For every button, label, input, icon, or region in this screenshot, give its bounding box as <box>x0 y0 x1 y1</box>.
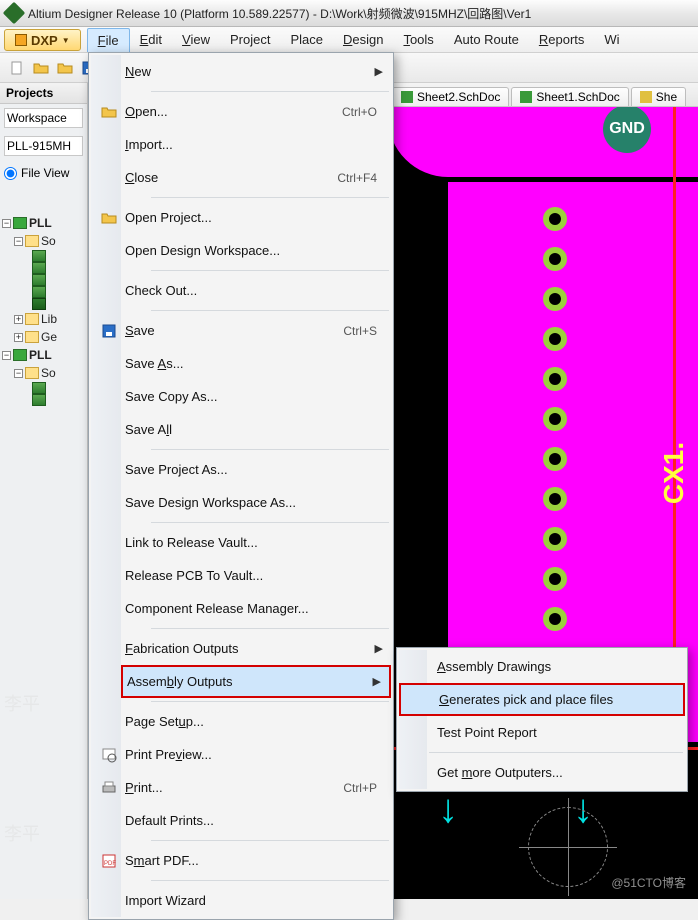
assembly-outputs-submenu: Assembly Drawings Generates pick and pla… <box>396 647 688 792</box>
menu-reports[interactable]: Reports <box>529 27 595 52</box>
menu-print-preview[interactable]: Print Preview... <box>121 738 391 771</box>
dimension-arrow-icon: ↓ <box>438 787 458 832</box>
menu-save-as[interactable]: Save As... <box>121 347 391 380</box>
schdoc-icon <box>401 91 413 103</box>
dxp-icon <box>15 34 27 46</box>
menu-save-project-as[interactable]: Save Project As... <box>121 453 391 486</box>
menu-view[interactable]: View <box>172 27 220 52</box>
menu-save-all[interactable]: Save All <box>121 413 391 446</box>
menu-page-setup[interactable]: Page Setup... <box>121 705 391 738</box>
lib-icon <box>32 298 46 310</box>
menu-open-project[interactable]: Open Project... <box>121 201 391 234</box>
compass-rose-icon <box>528 807 608 887</box>
open-icon <box>97 104 121 120</box>
dropdown-arrow-icon: ▼ <box>62 36 70 45</box>
submenu-assembly-drawings[interactable]: Assembly Drawings <box>399 650 685 683</box>
menu-project[interactable]: Project <box>220 27 280 52</box>
svg-text:PDF: PDF <box>104 861 116 867</box>
dxp-label: DXP <box>31 33 58 48</box>
menu-file[interactable]: File <box>87 28 130 52</box>
menu-import[interactable]: Import... <box>121 128 391 161</box>
menu-design[interactable]: Design <box>333 27 393 52</box>
menu-release-pcb-vault[interactable]: Release PCB To Vault... <box>121 559 391 592</box>
tool-new-icon[interactable] <box>6 57 28 79</box>
menu-close[interactable]: CloseCtrl+F4 <box>121 161 391 194</box>
projects-panel-title: Projects <box>0 83 87 104</box>
project-field[interactable] <box>4 136 83 156</box>
submenu-get-more-outputers[interactable]: Get more Outputers... <box>399 756 685 789</box>
project-icon <box>13 349 27 361</box>
schdoc-icon <box>520 91 532 103</box>
menu-link-vault[interactable]: Link to Release Vault... <box>121 526 391 559</box>
project-icon <box>13 217 27 229</box>
file-view-radio[interactable] <box>4 167 17 180</box>
tool-open-icon[interactable] <box>30 57 52 79</box>
tab-sheet1[interactable]: Sheet1.SchDoc <box>511 87 628 106</box>
tab-sheet3[interactable]: She <box>631 87 686 106</box>
file-view-label: File View <box>21 166 69 180</box>
save-icon <box>97 323 121 339</box>
folder-icon <box>25 313 39 325</box>
component-designator: CX1. <box>658 442 690 504</box>
sheet-icon <box>32 274 46 286</box>
sheet-icon <box>32 394 46 406</box>
tab-sheet2[interactable]: Sheet2.SchDoc <box>392 87 509 106</box>
menu-place[interactable]: Place <box>280 27 333 52</box>
menu-smart-pdf[interactable]: PDFSmart PDF... <box>121 844 391 877</box>
dxp-button[interactable]: DXP ▼ <box>4 29 81 51</box>
menu-assembly-outputs[interactable]: Assembly Outputs▶ <box>121 665 391 698</box>
sheet-icon <box>32 286 46 298</box>
menu-bar: DXP ▼ File Edit View Project Place Desig… <box>0 27 698 53</box>
menu-open[interactable]: Open...Ctrl+O <box>121 95 391 128</box>
folder-icon <box>25 235 39 247</box>
sheet-icon <box>32 262 46 274</box>
menu-save-copy-as[interactable]: Save Copy As... <box>121 380 391 413</box>
menu-import-wizard[interactable]: Import Wizard <box>121 884 391 917</box>
menu-print[interactable]: Print...Ctrl+P <box>121 771 391 804</box>
menu-component-release-mgr[interactable]: Component Release Manager... <box>121 592 391 625</box>
print-icon <box>97 780 121 796</box>
schdoc-icon <box>640 91 652 103</box>
folder-icon <box>25 367 39 379</box>
submenu-generates-pick-place[interactable]: Generates pick and place files <box>399 683 685 716</box>
menu-autoroute[interactable]: Auto Route <box>444 27 529 52</box>
menu-default-prints[interactable]: Default Prints... <box>121 804 391 837</box>
print-preview-icon <box>97 747 121 763</box>
watermark: @51CTO博客 <box>611 874 686 891</box>
workspace-field[interactable] <box>4 108 83 128</box>
menu-edit[interactable]: Edit <box>130 27 172 52</box>
file-menu: New▶ Open...Ctrl+O Import... CloseCtrl+F… <box>88 52 394 920</box>
open-project-icon <box>97 210 121 226</box>
project-tree[interactable]: −PLL −So +Lib +Ge −PLL −So <box>0 210 87 410</box>
menu-window[interactable]: Wi <box>594 27 629 52</box>
submenu-test-point-report[interactable]: Test Point Report <box>399 716 685 749</box>
menu-checkout[interactable]: Check Out... <box>121 274 391 307</box>
projects-panel: Projects File View −PLL −So +Lib +Ge −PL… <box>0 83 88 899</box>
window-title: Altium Designer Release 10 (Platform 10.… <box>28 5 531 22</box>
tool-open2-icon[interactable] <box>54 57 76 79</box>
folder-icon <box>25 331 39 343</box>
menu-open-workspace[interactable]: Open Design Workspace... <box>121 234 391 267</box>
menu-fabrication-outputs[interactable]: Fabrication Outputs▶ <box>121 632 391 665</box>
sheet-icon <box>32 382 46 394</box>
menu-save[interactable]: SaveCtrl+S <box>121 314 391 347</box>
menu-tools[interactable]: Tools <box>393 27 443 52</box>
menu-save-workspace-as[interactable]: Save Design Workspace As... <box>121 486 391 519</box>
sheet-icon <box>32 250 46 262</box>
app-icon <box>3 2 26 25</box>
title-bar: Altium Designer Release 10 (Platform 10.… <box>0 0 698 27</box>
menu-new[interactable]: New▶ <box>121 55 391 88</box>
pdf-icon: PDF <box>97 853 121 869</box>
